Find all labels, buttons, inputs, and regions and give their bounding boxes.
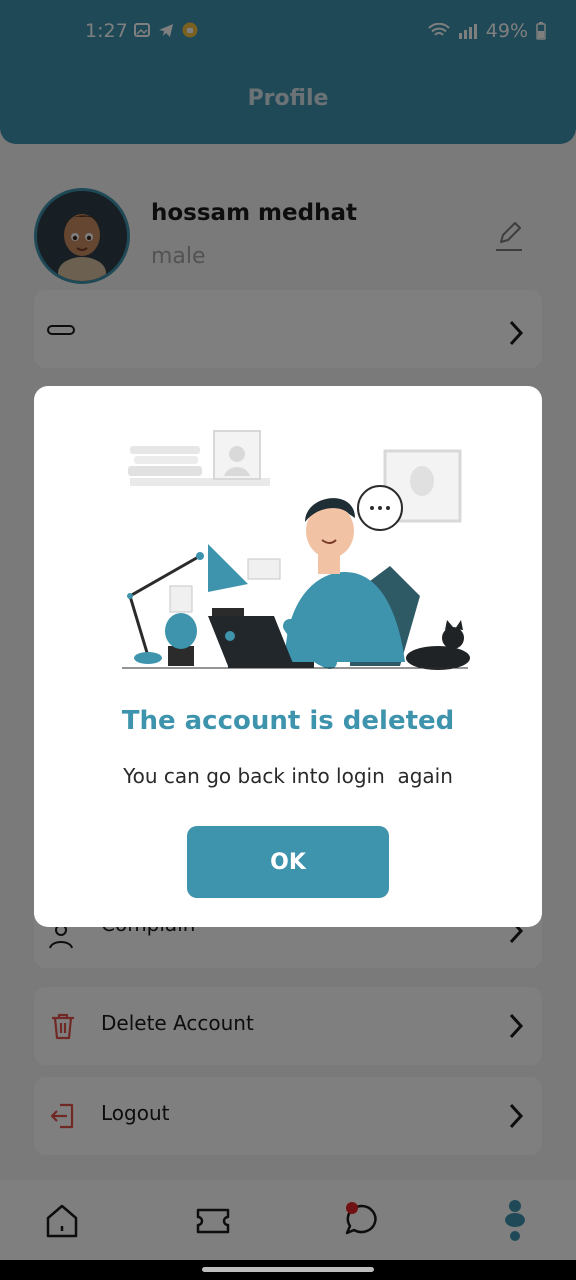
home-gesture-pill[interactable] <box>202 1267 374 1272</box>
account-deleted-dialog: The account is deleted You can go back i… <box>34 386 542 927</box>
ok-button[interactable]: OK <box>187 826 389 898</box>
dialog-title: The account is deleted <box>121 706 455 736</box>
status-bar-spacer <box>0 0 576 56</box>
gesture-bar <box>0 1260 576 1280</box>
dialog-message: You can go back into login again <box>123 764 453 788</box>
working-man-illustration <box>122 430 470 670</box>
